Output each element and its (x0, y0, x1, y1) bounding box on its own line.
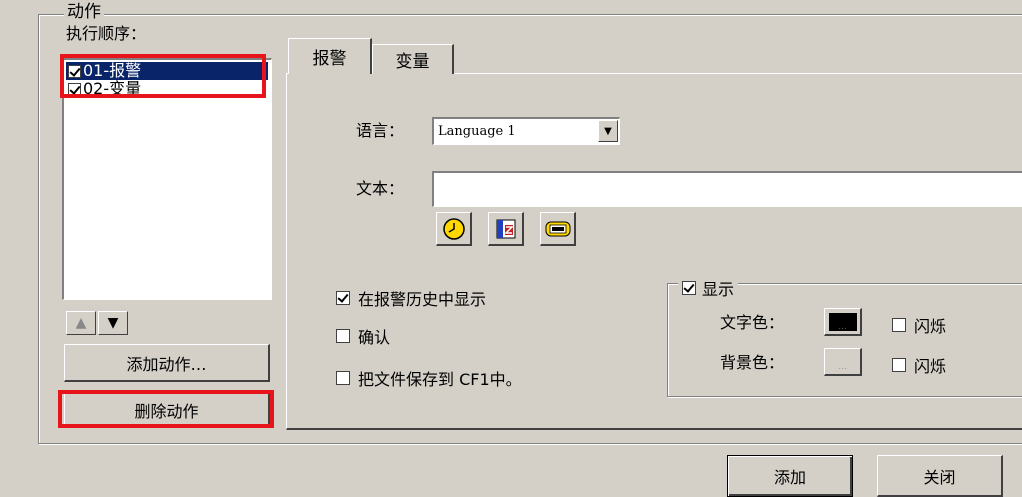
show-in-history-checkbox[interactable] (336, 291, 350, 305)
show-in-history-label: 在报警历史中显示 (358, 290, 487, 309)
bg-blink-option[interactable]: 闪烁 (892, 353, 946, 377)
show-in-history-option[interactable]: 在报警历史中显示 (336, 286, 486, 310)
insert-variable-button[interactable] (488, 212, 524, 246)
insert-tag-button[interactable] (540, 212, 576, 246)
text-blink-label: 闪烁 (914, 317, 947, 336)
display-title: 显示 (702, 280, 735, 299)
display-groupbox (667, 283, 1022, 397)
move-down-button[interactable]: ▼ (98, 311, 128, 335)
triangle-up-icon: ▲ (75, 315, 87, 331)
display-toggle[interactable]: 显示 (678, 276, 739, 300)
confirm-label: 确认 (358, 328, 391, 347)
text-blink-option[interactable]: 闪烁 (892, 313, 946, 337)
chevron-down-icon: ▼ (604, 125, 612, 137)
confirm-checkbox[interactable] (336, 329, 350, 343)
text-color-swatch: ... (828, 312, 857, 331)
execution-order-label: 执行顺序： (66, 24, 147, 43)
confirm-option[interactable]: 确认 (336, 324, 390, 348)
move-up-button[interactable]: ▲ (66, 311, 96, 335)
save-to-cf-label: 把文件保存到 CF1中。 (358, 370, 522, 389)
clock-icon (442, 217, 465, 240)
save-to-cf-checkbox[interactable] (336, 371, 350, 385)
display-checkbox[interactable] (682, 281, 696, 295)
add-button[interactable]: 添加 (727, 455, 853, 497)
bg-color-swatch: ... (828, 352, 857, 371)
insert-time-button[interactable] (436, 212, 472, 246)
bg-blink-label: 闪烁 (914, 357, 947, 376)
highlight-box (58, 390, 274, 428)
alarm-text-input[interactable] (432, 171, 1022, 207)
text-color-label: 文字色： (720, 313, 785, 332)
tab-alarm[interactable]: 报警 (288, 38, 372, 74)
dropdown-button[interactable]: ▼ (598, 120, 618, 142)
tab-variable[interactable]: 变量 (372, 44, 454, 74)
variable-icon (496, 219, 515, 238)
action-group-title: 动作 (64, 2, 104, 22)
text-color-button[interactable]: ... (824, 308, 862, 336)
add-action-button[interactable]: 添加动作… (64, 344, 270, 382)
save-to-cf-option[interactable]: 把文件保存到 CF1中。 (336, 366, 522, 390)
language-select[interactable]: Language 1 ▼ (432, 117, 620, 145)
highlight-box (60, 54, 266, 98)
bg-color-button[interactable]: ... (824, 348, 862, 376)
tag-icon (545, 221, 570, 236)
language-label: 语言： (356, 121, 405, 140)
text-blink-checkbox[interactable] (892, 318, 906, 332)
bg-blink-checkbox[interactable] (892, 358, 906, 372)
text-label: 文本： (356, 179, 405, 198)
language-value: Language 1 (438, 124, 516, 139)
bg-color-label: 背景色： (720, 353, 785, 372)
triangle-down-icon: ▼ (107, 315, 119, 331)
close-button[interactable]: 关闭 (877, 455, 1003, 497)
